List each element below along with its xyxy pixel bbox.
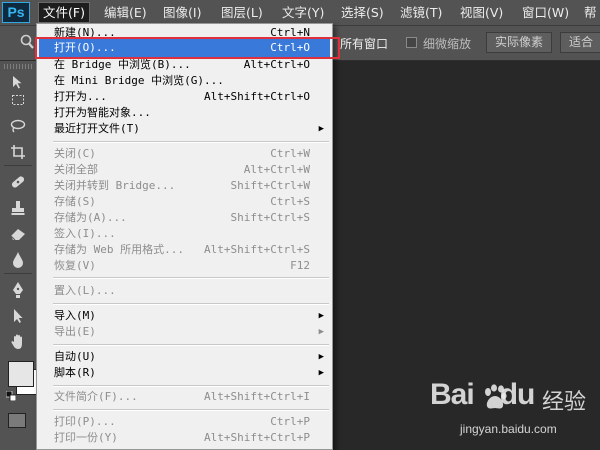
marquee-tool-icon[interactable] — [4, 89, 32, 111]
eraser-icon[interactable] — [4, 223, 32, 245]
menu-separator — [53, 344, 329, 346]
default-colors-icon[interactable] — [6, 391, 16, 401]
menu-item-shortcut: F12 — [290, 259, 310, 272]
hand-tool-icon[interactable] — [4, 331, 32, 353]
tools-divider — [4, 273, 32, 274]
file-menu-dropdown: 新建(N)... Ctrl+N 打开(O)... Ctrl+O 在 Bridge… — [36, 23, 333, 450]
menu-separator — [53, 303, 329, 305]
menu-item-scripts[interactable]: 脚本(R) ▶ — [39, 364, 330, 382]
menu-item-label: 恢复(V) — [54, 259, 96, 272]
crop-tool-icon[interactable] — [4, 141, 32, 163]
menu-item-shortcut: Ctrl+O — [270, 41, 310, 54]
tools-panel — [0, 61, 42, 450]
lasso-tool-icon[interactable] — [4, 115, 32, 137]
menu-item-label: 打印一份(Y) — [54, 431, 118, 444]
fit-screen-button[interactable]: 适合 — [560, 32, 600, 53]
clone-stamp-icon[interactable] — [4, 197, 32, 219]
submenu-arrow-icon: ▶ — [318, 327, 324, 337]
actual-pixels-button[interactable]: 实际像素 — [486, 32, 553, 53]
submenu-arrow-icon: ▶ — [318, 368, 324, 378]
menu-item-label: 打开(O)... — [54, 41, 116, 54]
menu-select[interactable]: 选择(S) — [337, 3, 388, 22]
tools-divider — [4, 165, 32, 166]
quick-mask-icon[interactable] — [8, 413, 26, 428]
baidu-logo-part-1: Bai — [430, 378, 475, 411]
photoshop-logo: Ps — [2, 2, 30, 23]
menu-item-place[interactable]: 置入(L)... — [39, 282, 330, 300]
menu-item-label: 脚本(R) — [54, 366, 96, 379]
menu-edit[interactable]: 编辑(E) — [100, 3, 151, 22]
menu-item-label: 置入(L)... — [54, 284, 116, 297]
menu-item-export[interactable]: 导出(E) ▶ — [39, 323, 330, 341]
menu-item-print-one-copy[interactable]: 打印一份(Y) Alt+Shift+Ctrl+P — [39, 429, 330, 447]
healing-brush-icon[interactable] — [4, 171, 32, 193]
menu-item-revert[interactable]: 恢复(V) F12 — [39, 257, 330, 275]
menu-item-open[interactable]: 打开(O)... Ctrl+O — [39, 39, 330, 57]
menu-item-label: 最近打开文件(T) — [54, 122, 140, 135]
submenu-arrow-icon: ▶ — [318, 124, 324, 134]
menu-separator — [53, 277, 329, 279]
menu-help[interactable]: 帮 — [580, 3, 600, 22]
path-selection-icon[interactable] — [4, 305, 32, 327]
scrubby-zoom-label: 细微缩放 — [423, 37, 472, 51]
menu-separator — [53, 141, 329, 143]
menu-item-file-info[interactable]: 文件简介(F)... Alt+Shift+Ctrl+I — [39, 388, 330, 406]
menu-item-recent-files[interactable]: 最近打开文件(T) ▶ — [39, 120, 330, 138]
blur-drop-icon[interactable] — [4, 249, 32, 271]
menu-layer[interactable]: 图层(L) — [217, 3, 267, 22]
menu-window[interactable]: 窗口(W) — [518, 3, 573, 22]
menu-item-label: 导出(E) — [54, 325, 96, 338]
baidu-jingyan-watermark: Bai du 经验 jingyan.baidu.com — [430, 378, 595, 448]
menu-item-shortcut: Alt+Shift+Ctrl+I — [204, 390, 310, 403]
menu-file[interactable]: 文件(F) — [38, 2, 90, 23]
menu-filter[interactable]: 滤镜(T) — [396, 3, 446, 22]
pen-tool-icon[interactable] — [4, 279, 32, 301]
menu-separator — [53, 385, 329, 387]
watermark-url: jingyan.baidu.com — [460, 422, 557, 436]
panel-grip[interactable] — [4, 64, 32, 69]
menu-item-label: 文件简介(F)... — [54, 390, 138, 403]
scrubby-zoom-checkbox[interactable] — [406, 37, 417, 48]
menu-type[interactable]: 文字(Y) — [278, 3, 328, 22]
menu-image[interactable]: 图像(I) — [159, 3, 205, 22]
jingyan-label: 经验 — [542, 390, 587, 415]
menu-separator — [53, 409, 329, 411]
baidu-paw-icon — [485, 384, 507, 409]
menu-view[interactable]: 视图(V) — [456, 3, 507, 22]
zoom-tool-icon[interactable] — [20, 34, 34, 50]
foreground-color-swatch[interactable] — [8, 361, 34, 387]
all-windows-label[interactable]: 所有窗口 — [340, 35, 388, 52]
menu-item-shortcut: Alt+Shift+Ctrl+P — [204, 431, 310, 444]
